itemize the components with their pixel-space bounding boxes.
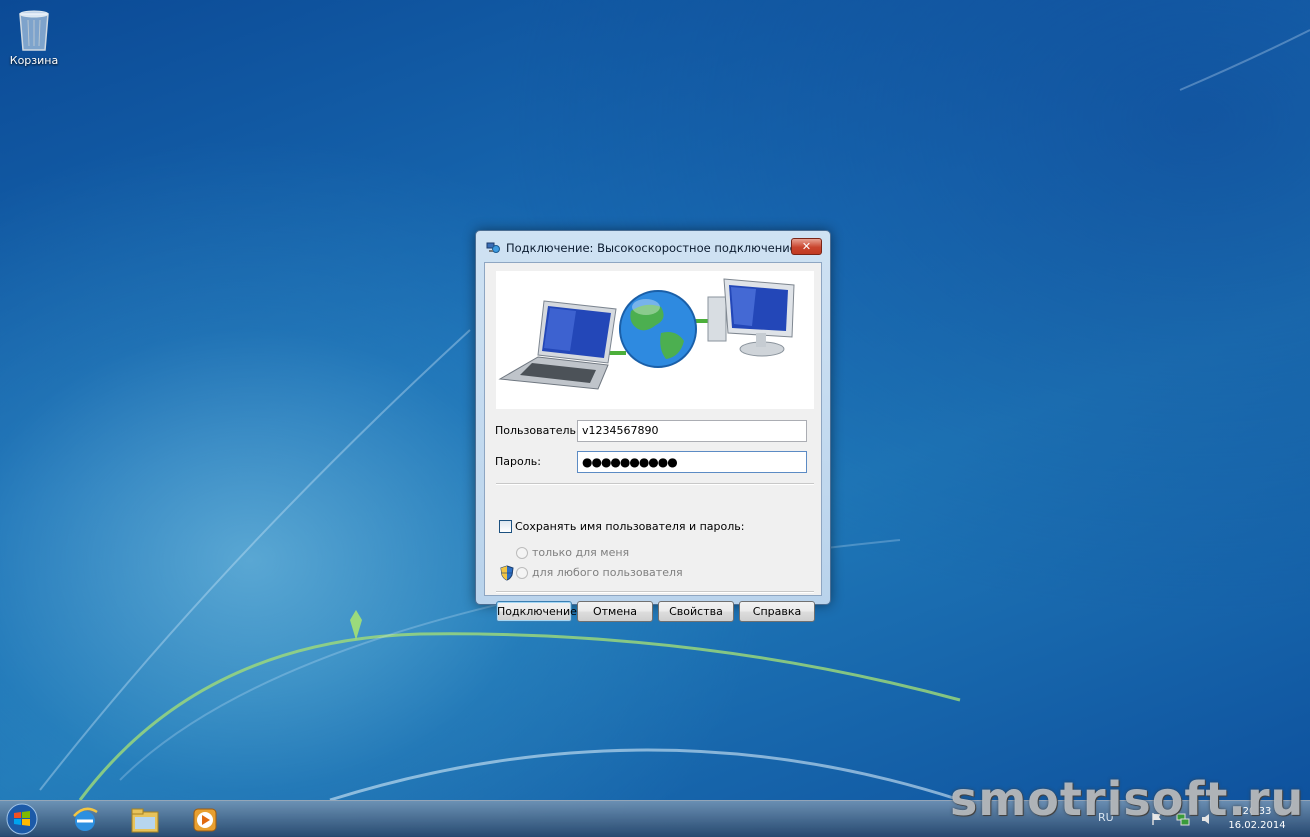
password-input[interactable]: ●●●●●●●●●● xyxy=(577,451,807,473)
file-explorer-icon xyxy=(131,808,159,833)
radio-any-user[interactable] xyxy=(516,567,528,579)
start-orb-icon[interactable] xyxy=(4,802,40,836)
media-player-icon xyxy=(193,808,217,832)
radio-only-me[interactable] xyxy=(516,547,528,559)
network-connection-icon xyxy=(486,242,500,253)
help-button[interactable]: Справка xyxy=(739,601,815,622)
taskbar-file-explorer[interactable] xyxy=(118,803,172,835)
user-label: Пользователь: xyxy=(495,424,580,437)
username-input[interactable]: v1234567890 xyxy=(577,420,807,442)
connection-banner-image xyxy=(496,271,814,409)
properties-button[interactable]: Свойства xyxy=(658,601,734,622)
close-button[interactable]: ✕ xyxy=(791,238,822,255)
watermark: smotrisoft.ru xyxy=(950,772,1305,826)
desktop-icon-label: Корзина xyxy=(9,54,59,67)
separator xyxy=(496,483,814,485)
globe-icon xyxy=(619,290,697,368)
dialog-titlebar[interactable]: Подключение: Высокоскоростное подключени… xyxy=(476,231,830,263)
radio-only-me-label: только для меня xyxy=(532,546,630,559)
desktop-icon-recycle-bin[interactable]: Корзина xyxy=(6,6,62,67)
save-credentials-label[interactable]: Сохранять имя пользователя и пароль: xyxy=(515,520,744,533)
dial-up-connect-dialog: Подключение: Высокоскоростное подключени… xyxy=(475,230,831,622)
uac-shield-icon xyxy=(500,565,514,581)
connect-button[interactable]: Подключение xyxy=(496,601,577,622)
save-credentials-checkbox[interactable] xyxy=(499,520,512,533)
dialog-title: Подключение: Высокоскоростное подключени… xyxy=(506,241,797,255)
taskbar-internet-explorer[interactable] xyxy=(58,803,112,835)
password-label: Пароль: xyxy=(495,455,541,468)
dialog-client-area: Пользователь: v1234567890 Пароль: ●●●●●●… xyxy=(484,262,822,622)
radio-any-user-label: для любого пользователя xyxy=(532,566,683,579)
internet-explorer-icon xyxy=(73,807,98,831)
separator xyxy=(496,591,814,593)
desktop-computer-icon xyxy=(707,278,795,357)
close-icon: ✕ xyxy=(801,240,812,253)
taskbar-media-player[interactable] xyxy=(178,803,232,835)
laptop-icon xyxy=(498,300,617,390)
cancel-button[interactable]: Отмена xyxy=(577,601,653,622)
recycle-bin-icon xyxy=(19,10,49,51)
